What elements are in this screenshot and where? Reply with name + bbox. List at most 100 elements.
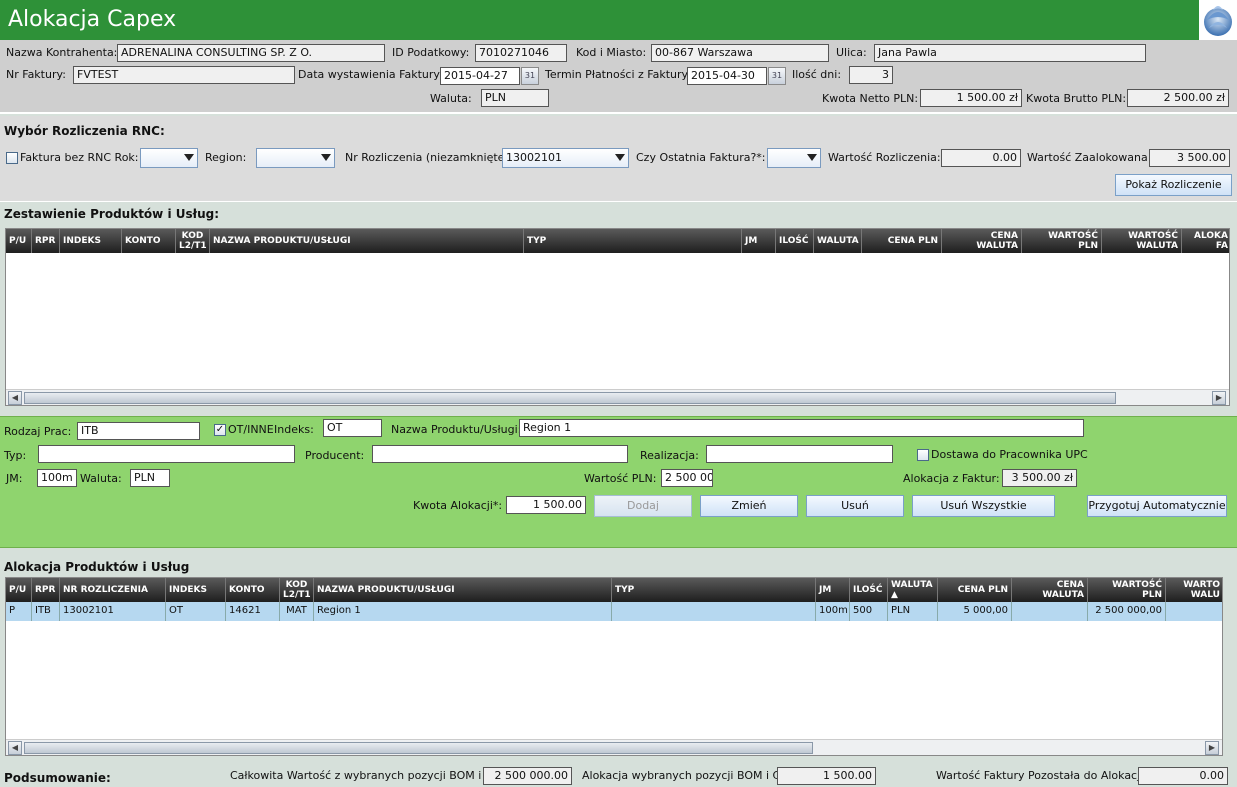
horizontal-scrollbar[interactable]: ◀ ▶ — [6, 389, 1229, 405]
alloc-amount-field[interactable]: 1 500.00 — [506, 496, 586, 514]
delete-all-button[interactable]: Usuń Wszystkie — [912, 495, 1055, 517]
scroll-right-icon[interactable]: ▶ — [1205, 741, 1219, 755]
products-column-header[interactable]: INDEKS — [60, 229, 122, 253]
index-field[interactable]: OT — [323, 419, 382, 437]
allocation-column-header[interactable]: ILOŚĆ — [850, 578, 888, 602]
column-header-label: INDEKS — [63, 236, 101, 246]
products-column-header[interactable]: KOD L2/T1 — [176, 229, 210, 253]
alloc-selected-field[interactable]: 1 500.00 — [777, 767, 876, 785]
scroll-left-icon[interactable]: ◀ — [8, 741, 22, 755]
scroll-thumb[interactable] — [24, 392, 1116, 404]
allocation-column-header[interactable]: P/U — [6, 578, 32, 602]
products-column-header[interactable]: RPR — [32, 229, 60, 253]
products-column-header[interactable]: ILOŚĆ — [776, 229, 814, 253]
allocation-column-header[interactable]: CENA WALUTA — [1012, 578, 1088, 602]
delete-button[interactable]: Usuń — [806, 495, 904, 517]
producer-label: Producent: — [305, 449, 365, 462]
editor-currency-label: Waluta: — [80, 472, 122, 485]
products-grid[interactable]: P/U RPR INDEKS KONTO KOD L2/T1 NAZWA PRODUKTU/… — [5, 228, 1230, 406]
issue-date-field[interactable]: 2015-04-27 — [440, 67, 520, 85]
scroll-left-icon[interactable]: ◀ — [8, 391, 22, 405]
year-dropdown[interactable] — [140, 148, 198, 168]
allocation-column-header[interactable]: JM — [816, 578, 850, 602]
table-row[interactable]: P ITB 13002101 OT 14621 MAT Region 1 100m 500 PLN… — [6, 602, 1222, 621]
due-date-field[interactable]: 2015-04-30 — [687, 67, 767, 85]
column-header-label: INDEKS — [169, 585, 207, 595]
allocation-grid[interactable]: P/U RPR NR ROZLICZENIA INDEKS KONTO KOD L2/T1 N… — [5, 577, 1223, 756]
ot-checkbox[interactable]: ✓ — [214, 424, 226, 436]
column-header-label: NR ROZLICZENIA — [63, 585, 148, 595]
title-bar — [0, 0, 1237, 40]
products-section-title: Zestawienie Produktów i Usług: — [4, 207, 220, 221]
alloc-from-invoice-field[interactable]: 3 500.00 zł — [1002, 469, 1077, 487]
column-header-label: P/U — [9, 585, 27, 595]
products-column-header[interactable]: WALUTA — [814, 229, 862, 253]
last-invoice-dropdown[interactable] — [767, 148, 821, 168]
gross-amount-label: Kwota Brutto PLN: — [1026, 92, 1127, 105]
allocation-column-header[interactable]: NAZWA PRODUKTU/USŁUGI — [314, 578, 612, 602]
products-column-header[interactable]: KONTO — [122, 229, 176, 253]
allocation-column-header[interactable]: KONTO — [226, 578, 280, 602]
scroll-thumb[interactable] — [24, 742, 813, 754]
products-column-header[interactable]: ALOKA FA — [1182, 229, 1229, 253]
value-pln-field[interactable]: 2 500 000 — [661, 469, 713, 487]
allocation-column-header[interactable]: CENA PLN — [938, 578, 1012, 602]
products-column-header[interactable]: WARTOŚĆ WALUTA — [1102, 229, 1182, 253]
change-button[interactable]: Zmień — [700, 495, 798, 517]
calendar-icon[interactable]: 31 — [768, 67, 786, 85]
allocation-column-header[interactable]: INDEKS — [166, 578, 226, 602]
products-column-header[interactable]: P/U — [6, 229, 32, 253]
total-value-field[interactable]: 2 500 000.00 — [483, 767, 572, 785]
editor-currency-field[interactable]: PLN — [130, 469, 170, 487]
table-cell: OT — [166, 602, 226, 621]
table-cell — [1012, 602, 1088, 621]
products-column-header[interactable]: JM — [742, 229, 776, 253]
column-header-label: TYP — [527, 236, 547, 246]
region-dropdown[interactable] — [256, 148, 335, 168]
products-column-header[interactable]: TYP — [524, 229, 742, 253]
city-field[interactable]: 00-867 Warszawa — [651, 44, 829, 62]
delivery-checkbox[interactable] — [917, 449, 929, 461]
column-header-label: KONTO — [229, 585, 265, 595]
allocation-column-header[interactable]: TYP — [612, 578, 816, 602]
unit-field[interactable]: 100m — [37, 469, 77, 487]
column-header-label: NAZWA PRODUKTU/USŁUGI — [213, 236, 351, 246]
street-field[interactable]: Jana Pawla — [874, 44, 1146, 62]
type-field[interactable] — [38, 445, 295, 463]
add-button[interactable]: Dodaj — [594, 495, 692, 517]
horizontal-scrollbar[interactable]: ◀ ▶ — [6, 739, 1222, 755]
invoice-no-field[interactable]: FVTEST — [73, 66, 295, 84]
gross-amount-field[interactable]: 2 500.00 zł — [1127, 89, 1229, 107]
products-column-header[interactable]: CENA PLN — [862, 229, 942, 253]
no-rnc-checkbox[interactable] — [6, 152, 18, 164]
products-column-header[interactable]: CENA WALUTA — [942, 229, 1022, 253]
allocation-column-header[interactable]: NR ROZLICZENIA — [60, 578, 166, 602]
contractor-field[interactable]: ADRENALINA CONSULTING SP. Z O. — [117, 44, 385, 62]
settlement-value-field[interactable]: 0.00 — [941, 149, 1021, 167]
allocation-column-header[interactable]: WARTO WALU — [1166, 578, 1222, 602]
calendar-icon[interactable]: 31 — [521, 67, 539, 85]
allocated-field[interactable]: 3 500.00 — [1149, 149, 1230, 167]
producer-field[interactable] — [372, 445, 628, 463]
column-header-label: ILOŚĆ — [853, 585, 883, 595]
days-field[interactable]: 3 — [849, 66, 893, 84]
scroll-right-icon[interactable]: ▶ — [1212, 391, 1226, 405]
products-column-header[interactable]: WARTOŚĆ PLN — [1022, 229, 1102, 253]
allocation-column-header[interactable]: WARTOŚĆ PLN — [1088, 578, 1166, 602]
allocation-column-header[interactable]: RPR — [32, 578, 60, 602]
tax-id-field[interactable]: 7010271046 — [475, 44, 567, 62]
remaining-field[interactable]: 0.00 — [1138, 767, 1228, 785]
show-settlement-button[interactable]: Pokaż Rozliczenie — [1115, 174, 1232, 196]
prepare-auto-button[interactable]: Przygotuj Automatycznie — [1087, 495, 1227, 517]
work-type-field[interactable]: ITB — [77, 422, 200, 440]
realization-field[interactable] — [706, 445, 893, 463]
net-amount-field[interactable]: 1 500.00 zł — [920, 89, 1022, 107]
currency-field[interactable]: PLN — [481, 89, 549, 107]
products-column-header[interactable]: NAZWA PRODUKTU/USŁUGI — [210, 229, 524, 253]
column-header-label: WALUTA — [891, 580, 933, 590]
allocation-column-header[interactable]: WALUTA ▲ — [888, 578, 938, 602]
allocation-column-header[interactable]: KOD L2/T1 — [280, 578, 314, 602]
settlement-dropdown[interactable]: 13002101 — [502, 148, 629, 168]
type-label: Typ: — [4, 449, 27, 462]
product-name-field[interactable]: Region 1 — [519, 419, 1084, 437]
